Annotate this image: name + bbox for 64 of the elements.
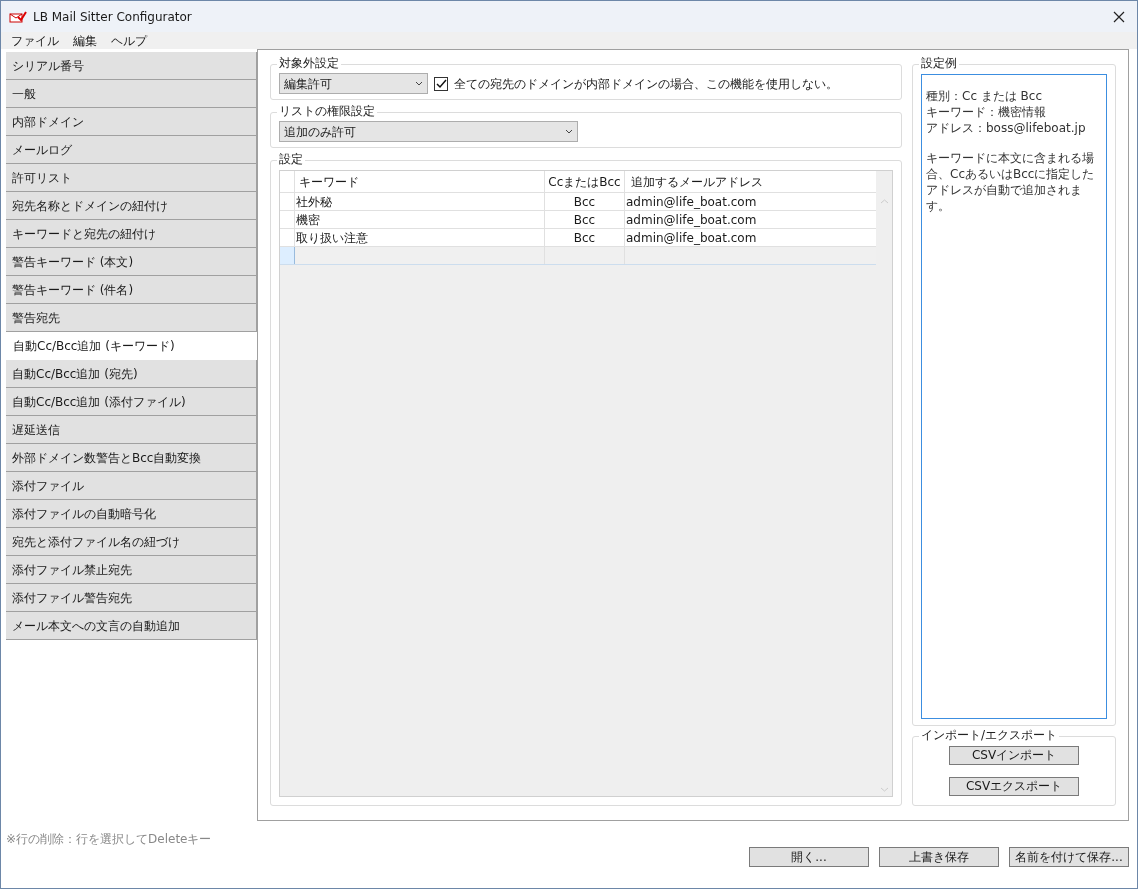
table-cell: 取り扱い注意 bbox=[295, 229, 545, 246]
example-line: 種別：Cc または Bcc bbox=[926, 88, 1044, 104]
table-cell: Bcc bbox=[545, 229, 625, 246]
table-cell: 社外秘 bbox=[295, 193, 545, 210]
footer-button[interactable]: 上書き保存 bbox=[879, 847, 999, 867]
sidebar-item[interactable]: 警告宛先 bbox=[6, 304, 257, 332]
sidebar-item[interactable]: キーワードと宛先の紐付け bbox=[6, 220, 257, 248]
table-cell: 機密 bbox=[295, 211, 545, 228]
dropdown[interactable]: 編集許可 bbox=[279, 73, 428, 94]
sidebar-item[interactable]: メール本文への文言の自動追加 bbox=[6, 612, 257, 640]
example-note: キーワードに本文に含まれる場合、CcあるいはBccに指定したアドレスが自動で追加されます。 bbox=[926, 150, 1096, 214]
example-line: アドレス：boss@lifeboat.jp bbox=[926, 120, 1087, 136]
sidebar-item[interactable]: 内部ドメイン bbox=[6, 108, 257, 136]
csv-button[interactable]: CSVエクスポート bbox=[949, 777, 1079, 796]
sidebar-item[interactable]: 宛先と添付ファイル名の紐づけ bbox=[6, 528, 257, 556]
group-title: インポート/エクスポート bbox=[919, 728, 1060, 743]
sidebar-item[interactable]: 警告キーワード (本文) bbox=[6, 248, 257, 276]
csv-button[interactable]: CSVインポート bbox=[949, 746, 1079, 765]
sidebar-item[interactable]: メールログ bbox=[6, 136, 257, 164]
menu-item[interactable]: 編集 bbox=[73, 31, 97, 50]
dropdown[interactable]: 追加のみ許可 bbox=[279, 121, 578, 142]
checkbox[interactable] bbox=[434, 76, 448, 91]
table-cell: Bcc bbox=[545, 193, 625, 210]
sidebar-item[interactable]: 宛先名称とドメインの紐付け bbox=[6, 192, 257, 220]
close-icon[interactable] bbox=[1113, 10, 1125, 23]
footer-button[interactable]: 名前を付けて保存... bbox=[1009, 847, 1129, 867]
sidebar-item[interactable]: 許可リスト bbox=[6, 164, 257, 192]
menu-item[interactable]: ヘルプ bbox=[111, 31, 147, 50]
sidebar-item[interactable]: 遅延送信 bbox=[6, 416, 257, 444]
example-text-area[interactable]: 種別：Cc または Bcc キーワード：機密情報 アドレス：boss@lifeboat.jp キーワードに本文に含まれる場合、CcあるいはBccに指定したアドレスが自動で追加されます。 bbox=[921, 74, 1107, 719]
envelope-check-icon bbox=[9, 10, 27, 23]
table-cell-text: admin@life_boat.com bbox=[625, 193, 758, 210]
sidebar-item[interactable]: シリアル番号 bbox=[6, 52, 257, 80]
sidebar-item[interactable]: 自動Cc/Bcc追加 (宛先) bbox=[6, 360, 257, 388]
table-cell: Bcc bbox=[545, 211, 625, 228]
hint-text: ※行の削除：行を選択してDeleteキー bbox=[6, 831, 213, 848]
group-title: 設定例 bbox=[919, 56, 959, 71]
sidebar-item[interactable]: 添付ファイル禁止宛先 bbox=[6, 556, 257, 584]
new-row-header[interactable] bbox=[280, 247, 295, 264]
group-title: リストの権限設定 bbox=[277, 104, 377, 119]
menu-item[interactable]: ファイル bbox=[11, 31, 59, 50]
sidebar-item[interactable]: 添付ファイル警告宛先 bbox=[6, 584, 257, 612]
chevron-down-icon bbox=[565, 129, 573, 134]
sidebar-item[interactable]: 自動Cc/Bcc追加 (添付ファイル) bbox=[6, 388, 257, 416]
check-icon bbox=[435, 78, 447, 89]
chevron-down-icon bbox=[415, 81, 423, 86]
sidebar-item[interactable]: 警告キーワード (件名) bbox=[6, 276, 257, 304]
checkbox-label: 全ての宛先のドメインが内部ドメインの場合、この機能を使用しない。 bbox=[454, 75, 838, 93]
sidebar-item[interactable]: 一般 bbox=[6, 80, 257, 108]
table-cell-text: admin@life_boat.com bbox=[625, 229, 758, 246]
scroll-up-icon bbox=[879, 199, 889, 204]
sidebar-item[interactable]: 外部ドメイン数警告とBcc自動変換 bbox=[6, 444, 257, 472]
sidebar-item[interactable]: 添付ファイル bbox=[6, 472, 257, 500]
column-header[interactable]: キーワード bbox=[295, 171, 545, 192]
table-cell-text: admin@life_boat.com bbox=[625, 211, 758, 228]
sidebar-item[interactable]: 添付ファイルの自動暗号化 bbox=[6, 500, 257, 528]
column-header[interactable]: CcまたはBcc bbox=[545, 171, 625, 192]
column-header[interactable]: 追加するメールアドレス bbox=[625, 171, 876, 192]
window-title: LB Mail Sitter Configurator bbox=[33, 8, 192, 26]
group-title: 設定 bbox=[277, 152, 305, 167]
example-line: キーワード：機密情報 bbox=[926, 104, 1047, 120]
group-title: 対象外設定 bbox=[277, 56, 341, 71]
footer-button[interactable]: 開く... bbox=[749, 847, 869, 867]
scroll-down-icon bbox=[879, 787, 889, 792]
